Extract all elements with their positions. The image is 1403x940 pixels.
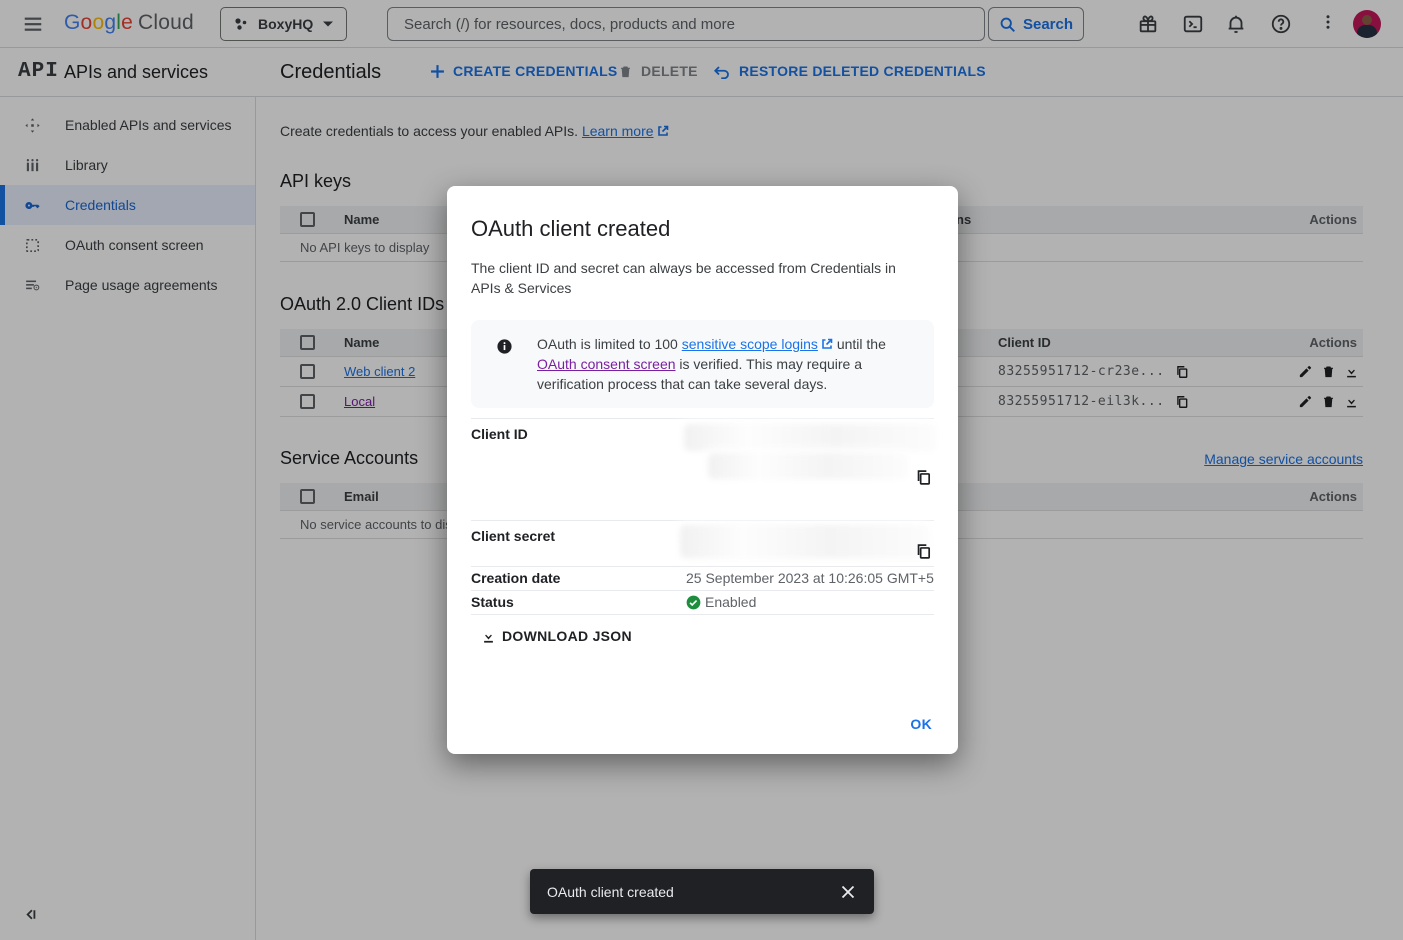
client-id-label: Client ID [471, 419, 686, 491]
download-json-button[interactable]: DOWNLOAD JSON [481, 628, 632, 644]
copy-client-secret-icon[interactable] [915, 543, 932, 560]
client-secret-value-redacted [686, 521, 934, 566]
dialog-description: The client ID and secret can always be a… [471, 258, 911, 298]
snackbar-toast: OAuth client created [530, 869, 874, 914]
creation-date-label: Creation date [471, 567, 686, 590]
dialog-title: OAuth client created [471, 216, 934, 242]
info-icon [496, 338, 513, 355]
spacer-row [471, 491, 934, 520]
sensitive-scope-logins-link[interactable]: sensitive scope logins [682, 336, 818, 352]
verification-notice: OAuth is limited to 100 sensitive scope … [471, 320, 934, 408]
creation-date-value: 25 September 2023 at 10:26:05 GMT+5 [686, 567, 934, 590]
download-json-label: DOWNLOAD JSON [502, 628, 632, 644]
dialog-fields: Client ID Client secret Creation date 25… [471, 418, 934, 615]
end-divider [471, 614, 934, 615]
external-link-icon [821, 335, 833, 347]
redacted-client-secret [680, 525, 930, 558]
creation-date-row: Creation date 25 September 2023 at 10:26… [471, 566, 934, 590]
ok-button[interactable]: OK [910, 716, 932, 732]
check-circle-icon [686, 595, 701, 610]
copy-client-id-icon[interactable] [915, 469, 932, 486]
client-secret-row: Client secret [471, 520, 934, 566]
notice-mid: until the [833, 336, 886, 352]
client-id-row: Client ID [471, 418, 934, 491]
notice-pre: OAuth is limited to 100 [537, 336, 682, 352]
download-icon [481, 629, 496, 644]
status-row: Status Enabled [471, 590, 934, 614]
notice-text: OAuth is limited to 100 sensitive scope … [537, 334, 934, 394]
redacted-client-id-line2 [708, 453, 908, 479]
status-badge: Enabled [686, 594, 934, 610]
client-id-value-redacted [686, 419, 934, 491]
status-label: Status [471, 591, 686, 614]
client-secret-label: Client secret [471, 521, 686, 566]
status-value: Enabled [705, 594, 756, 610]
google-cloud-console: GoogleCloud BoxyHQ Search [0, 0, 1403, 940]
redacted-client-id-line1 [684, 424, 937, 451]
toast-message: OAuth client created [547, 884, 840, 900]
oauth-client-created-dialog: OAuth client created The client ID and s… [447, 186, 958, 754]
close-icon[interactable] [840, 884, 856, 900]
oauth-consent-screen-link[interactable]: OAuth consent screen [537, 356, 676, 372]
